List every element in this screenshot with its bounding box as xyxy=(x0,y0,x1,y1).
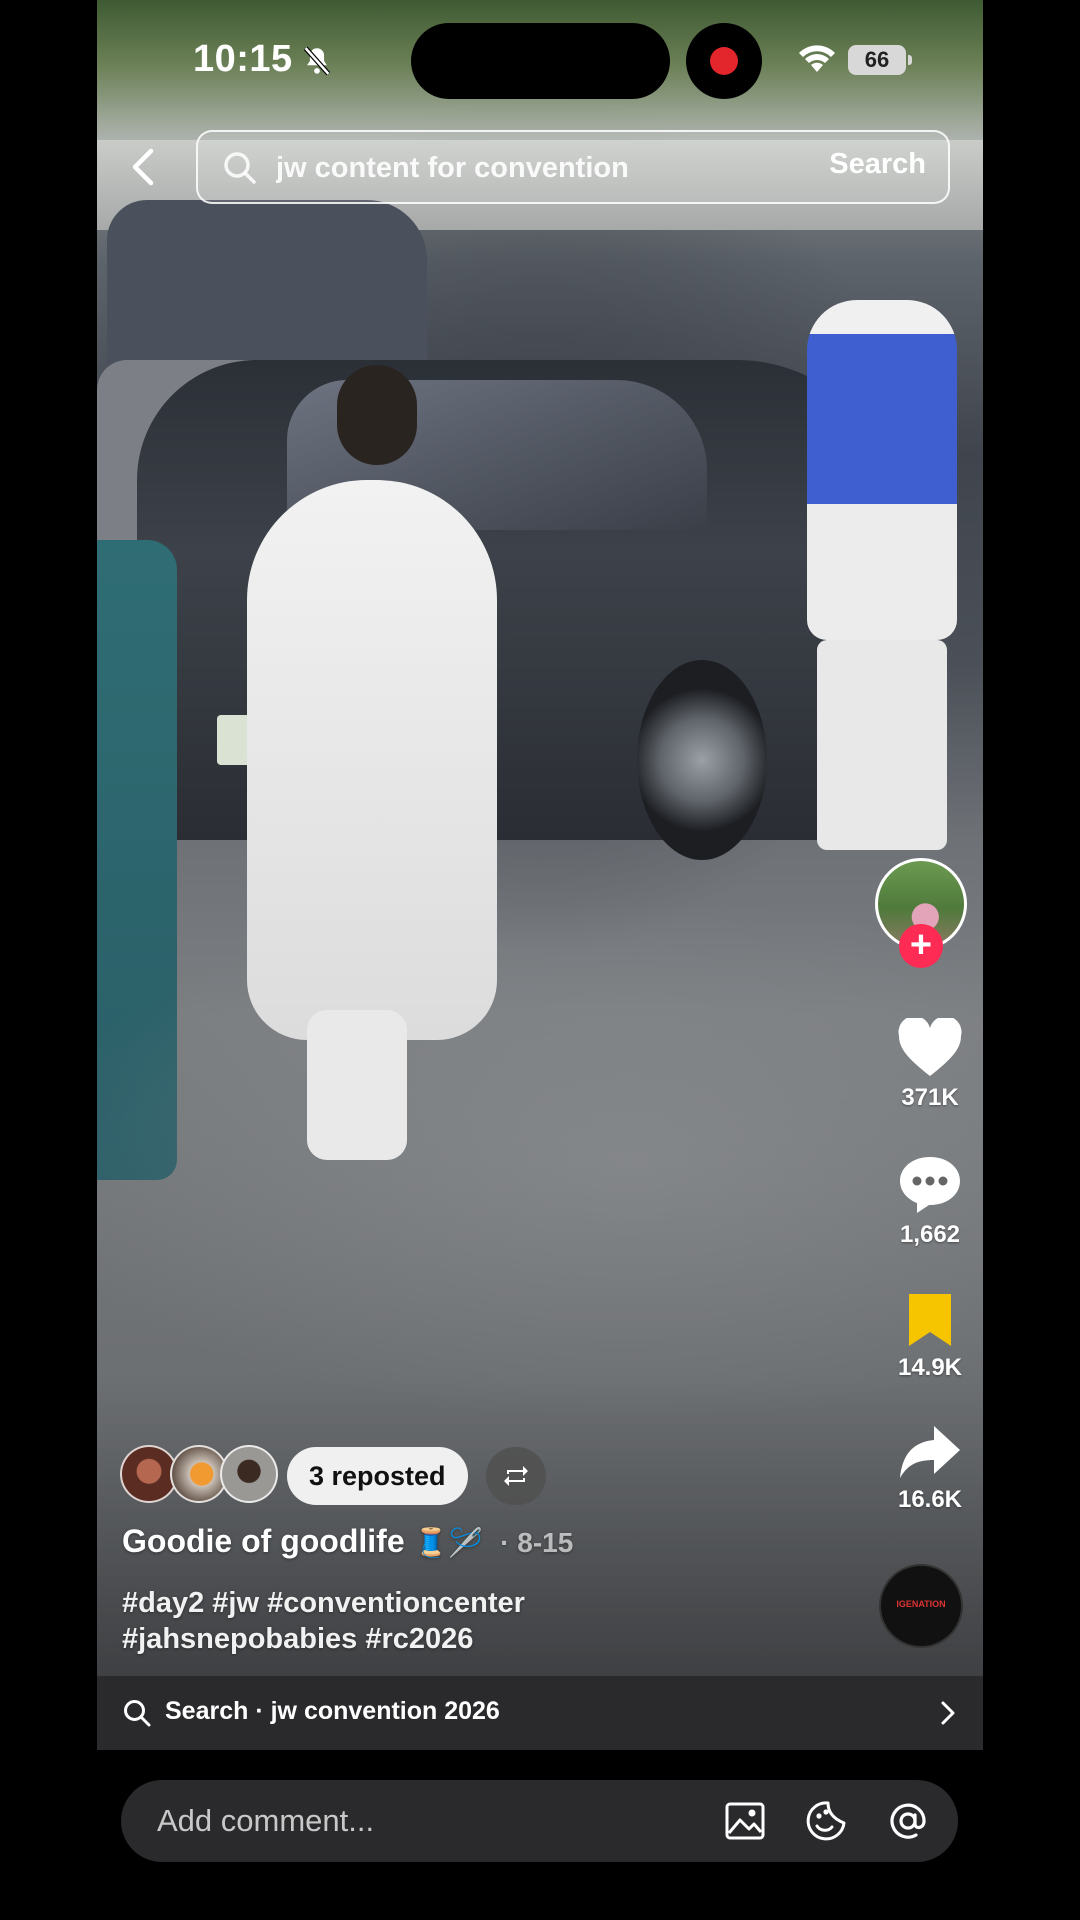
video-main-person-head xyxy=(337,365,417,465)
like-button[interactable]: 371K xyxy=(880,1018,980,1112)
search-suggestion-text: Search · jw convention 2026 xyxy=(165,1697,500,1725)
search-icon xyxy=(124,1700,151,1727)
author-emoji: 🧵🪡 xyxy=(413,1527,484,1558)
reposted-badge[interactable]: 3 reposted xyxy=(287,1447,468,1505)
video-main-person xyxy=(247,480,497,1040)
search-button[interactable]: Search xyxy=(829,148,926,181)
video-main-person-legs xyxy=(307,1010,407,1160)
bell-muted-icon xyxy=(303,46,331,76)
dynamic-island xyxy=(411,23,670,99)
search-bar[interactable]: Search xyxy=(196,130,950,204)
video-car-wheel xyxy=(637,660,767,860)
status-time: 10:15 xyxy=(193,38,293,80)
heart-icon xyxy=(898,1018,962,1076)
follow-button[interactable]: + xyxy=(899,924,943,968)
video-person-vest-legs xyxy=(817,640,947,850)
sound-disc[interactable]: IGENATION xyxy=(879,1564,963,1648)
share-button[interactable]: 16.6K xyxy=(880,1424,980,1514)
share-count: 16.6K xyxy=(897,1486,963,1513)
post-hashtags[interactable]: #day2 #jw #conventioncenter #jahsnepobab… xyxy=(122,1585,682,1657)
wifi-icon xyxy=(799,45,835,72)
video-background-car xyxy=(107,200,427,380)
repost-button[interactable] xyxy=(486,1447,546,1505)
sound-disc-label: IGENATION xyxy=(896,1599,946,1609)
author-name[interactable]: Goodie of goodlife xyxy=(122,1523,405,1559)
mention-at-icon[interactable] xyxy=(886,1799,930,1843)
save-count: 14.9K xyxy=(897,1354,963,1381)
search-icon xyxy=(224,152,256,184)
search-input[interactable] xyxy=(276,145,776,191)
repost-avatars[interactable] xyxy=(120,1445,280,1505)
search-suggestion-bar[interactable]: Search · jw convention 2026 xyxy=(97,1676,983,1750)
chevron-right-icon xyxy=(941,1701,955,1725)
comment-count: 1,662 xyxy=(899,1221,961,1248)
repost-icon xyxy=(504,1466,528,1486)
post-author[interactable]: Goodie of goodlife 🧵🪡 · 8-15 xyxy=(122,1523,573,1560)
screen-recording-indicator[interactable] xyxy=(686,23,762,99)
comment-input[interactable] xyxy=(157,1798,657,1844)
like-count: 371K xyxy=(901,1084,959,1111)
share-arrow-icon xyxy=(900,1426,960,1478)
back-arrow-icon[interactable] xyxy=(125,145,161,189)
image-icon[interactable] xyxy=(723,1799,767,1843)
sticker-emoji-icon[interactable] xyxy=(804,1799,848,1843)
record-dot-icon xyxy=(710,47,738,75)
video-person-vest xyxy=(807,300,957,640)
save-button[interactable]: 14.9K xyxy=(880,1290,980,1382)
comment-bar[interactable] xyxy=(121,1780,958,1862)
battery-indicator: 66 xyxy=(848,45,912,75)
repost-avatar xyxy=(220,1445,278,1503)
bookmark-icon xyxy=(909,1294,951,1346)
post-date: · 8-15 xyxy=(500,1527,574,1558)
comment-bubble-icon xyxy=(900,1157,960,1213)
comment-button[interactable]: 1,662 xyxy=(880,1153,980,1249)
